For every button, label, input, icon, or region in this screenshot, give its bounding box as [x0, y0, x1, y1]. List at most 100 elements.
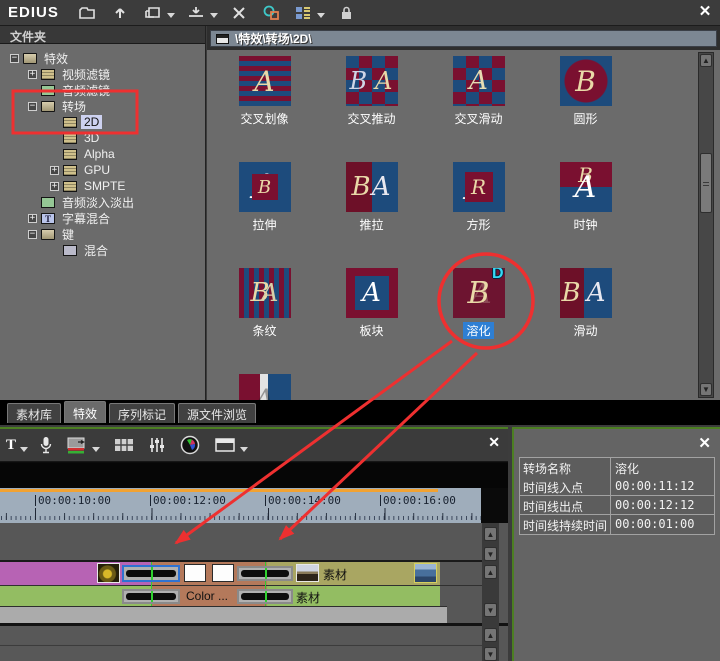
import-caret-icon[interactable] [210, 13, 218, 18]
tree-item-GPU[interactable]: +GPU [0, 162, 205, 178]
scroll-up-icon[interactable]: ▲ [484, 628, 497, 642]
expand-icon[interactable]: − [28, 230, 37, 239]
effect-item-partial[interactable] [211, 369, 318, 400]
folder-icon[interactable] [76, 3, 98, 23]
export-caret-icon[interactable] [92, 447, 100, 452]
expand-icon[interactable]: + [28, 214, 37, 223]
scroll-up-icon[interactable]: ▲ [700, 54, 712, 67]
effect-item-拉伸[interactable]: 拉伸 [211, 157, 318, 263]
effect-thumbnail[interactable] [239, 374, 291, 400]
scroll-down-icon[interactable]: ▼ [484, 603, 497, 617]
tree-item-3D[interactable]: 3D [0, 130, 205, 146]
transition-track2-1[interactable] [122, 589, 180, 604]
lock-icon[interactable] [335, 3, 357, 23]
effect-item-交叉推动[interactable]: 交叉推动 [318, 51, 425, 157]
expand-icon[interactable]: + [50, 182, 59, 191]
scroll-down-icon[interactable]: ▼ [484, 547, 497, 561]
effect-thumbnail[interactable] [560, 268, 612, 318]
transition-dissolve-1[interactable] [122, 565, 180, 582]
timeline-tracks-area: 素材 Color ... 素材 ▲ ▼ ▲ ▼ ▲ [0, 523, 508, 661]
effect-thumbnail[interactable] [239, 268, 291, 318]
audio-track-area-1[interactable] [0, 626, 482, 644]
effect-thumbnail[interactable] [239, 162, 291, 212]
panel-icon[interactable] [214, 434, 236, 456]
tree-item-字幕混合[interactable]: +T字幕混合 [0, 210, 205, 226]
clip-white-2[interactable] [212, 564, 234, 582]
tree-item-特效[interactable]: −特效 [0, 50, 205, 66]
scroll-up-icon[interactable]: ▲ [484, 565, 497, 579]
tab-sequence-marker[interactable]: 序列标记 [109, 403, 175, 423]
effect-thumbnail[interactable]: D [453, 268, 505, 318]
view-caret-icon[interactable] [317, 13, 325, 18]
text-tool-caret-icon[interactable] [20, 447, 28, 452]
transition-dissolve-2[interactable] [237, 566, 293, 581]
effect-item-交叉划像[interactable]: 交叉划像 [211, 51, 318, 157]
effect-thumbnail[interactable] [239, 56, 291, 106]
effects-scrollbar[interactable]: ▲ ▼ [698, 52, 714, 398]
scroll-down-icon[interactable]: ▼ [700, 383, 712, 396]
duplicate-bin-icon[interactable] [142, 3, 164, 23]
effect-item-时钟[interactable]: 时钟 [532, 157, 639, 263]
tree-item-2D[interactable]: 2D [0, 114, 205, 130]
effect-item-条纹[interactable]: 条纹 [211, 263, 318, 369]
effect-item-板块[interactable]: 板块 [318, 263, 425, 369]
tab-source-browser[interactable]: 源文件浏览 [178, 403, 256, 423]
effect-thumbnail[interactable] [346, 56, 398, 106]
tree-item-Alpha[interactable]: Alpha [0, 146, 205, 162]
tree-item-转场[interactable]: −转场 [0, 98, 205, 114]
transition-track2-2[interactable] [237, 589, 293, 604]
tree-item-音频淡入淡出[interactable]: 音频淡入淡出 [0, 194, 205, 210]
transition-info-panel: ✕ 转场名称溶化时间线入点00:00:11:12时间线出点00:00:12:12… [512, 427, 720, 661]
add-transition-icon[interactable] [261, 3, 283, 23]
delete-icon[interactable] [228, 3, 250, 23]
clip-white-1[interactable] [184, 564, 206, 582]
tree-item-SMPTE[interactable]: +SMPTE [0, 178, 205, 194]
duplicate-caret-icon[interactable] [167, 13, 175, 18]
mic-icon[interactable] [40, 434, 52, 456]
import-icon[interactable] [185, 3, 207, 23]
panel-caret-icon[interactable] [240, 447, 248, 452]
info-close-button[interactable]: ✕ [698, 434, 711, 452]
grid-icon[interactable] [114, 434, 134, 456]
audio-track-area-2[interactable] [0, 645, 482, 661]
expand-icon[interactable]: + [50, 166, 59, 175]
effect-thumbnail[interactable] [346, 268, 398, 318]
video-track-2[interactable]: Color ... 素材 [0, 585, 482, 606]
scroll-up-icon[interactable]: ▲ [484, 527, 497, 541]
tree-item-键[interactable]: −键 [0, 226, 205, 242]
tree-item-音频滤镜[interactable]: 音频滤镜 [0, 82, 205, 98]
timeline-scrollbar[interactable]: ▲ ▼ ▲ ▼ ▲ ▼ [482, 523, 499, 661]
tree-item-混合[interactable]: 混合 [0, 242, 205, 258]
scroll-down-icon[interactable]: ▼ [484, 647, 497, 661]
effect-item-滑动[interactable]: 滑动 [532, 263, 639, 369]
mixer-icon[interactable] [148, 434, 166, 456]
effect-label: 拉伸 [249, 216, 279, 233]
expand-icon[interactable]: + [28, 70, 37, 79]
effect-item-交叉滑动[interactable]: 交叉滑动 [425, 51, 532, 157]
effect-item-圆形[interactable]: 圆形 [532, 51, 639, 157]
video-track-1[interactable]: 素材 [0, 562, 482, 585]
effect-thumbnail[interactable] [560, 56, 612, 106]
effect-item-推拉[interactable]: 推拉 [318, 157, 425, 263]
effect-item-方形[interactable]: 方形 [425, 157, 532, 263]
effect-thumbnail[interactable] [346, 162, 398, 212]
scrollbar-thumb[interactable] [700, 153, 712, 213]
expand-icon[interactable]: − [10, 54, 19, 63]
text-tool-icon[interactable]: T [6, 434, 16, 456]
timeline-close-button[interactable]: ✕ [488, 434, 500, 451]
window-close-button[interactable]: ✕ [696, 3, 714, 21]
view-mode-icon[interactable] [292, 3, 314, 23]
effect-thumbnail[interactable] [453, 162, 505, 212]
tree-item-视频滤镜[interactable]: +视频滤镜 [0, 66, 205, 82]
export-monitor-icon[interactable] [66, 434, 88, 456]
effect-item-溶化[interactable]: D溶化 [425, 263, 532, 369]
tab-effect[interactable]: 特效 [64, 401, 106, 423]
effect-thumbnail[interactable] [560, 162, 612, 212]
palette-tab-bar: 素材库特效序列标记源文件浏览 [0, 400, 720, 425]
up-arrow-icon[interactable] [109, 3, 131, 23]
effect-thumbnail[interactable] [453, 56, 505, 106]
timeline-ruler[interactable]: 00:00:10:0000:00:12:0000:00:14:0000:00:1… [0, 488, 481, 523]
vectorscope-icon[interactable] [180, 434, 200, 456]
expand-icon[interactable]: − [28, 102, 37, 111]
tab-bin[interactable]: 素材库 [7, 403, 61, 423]
